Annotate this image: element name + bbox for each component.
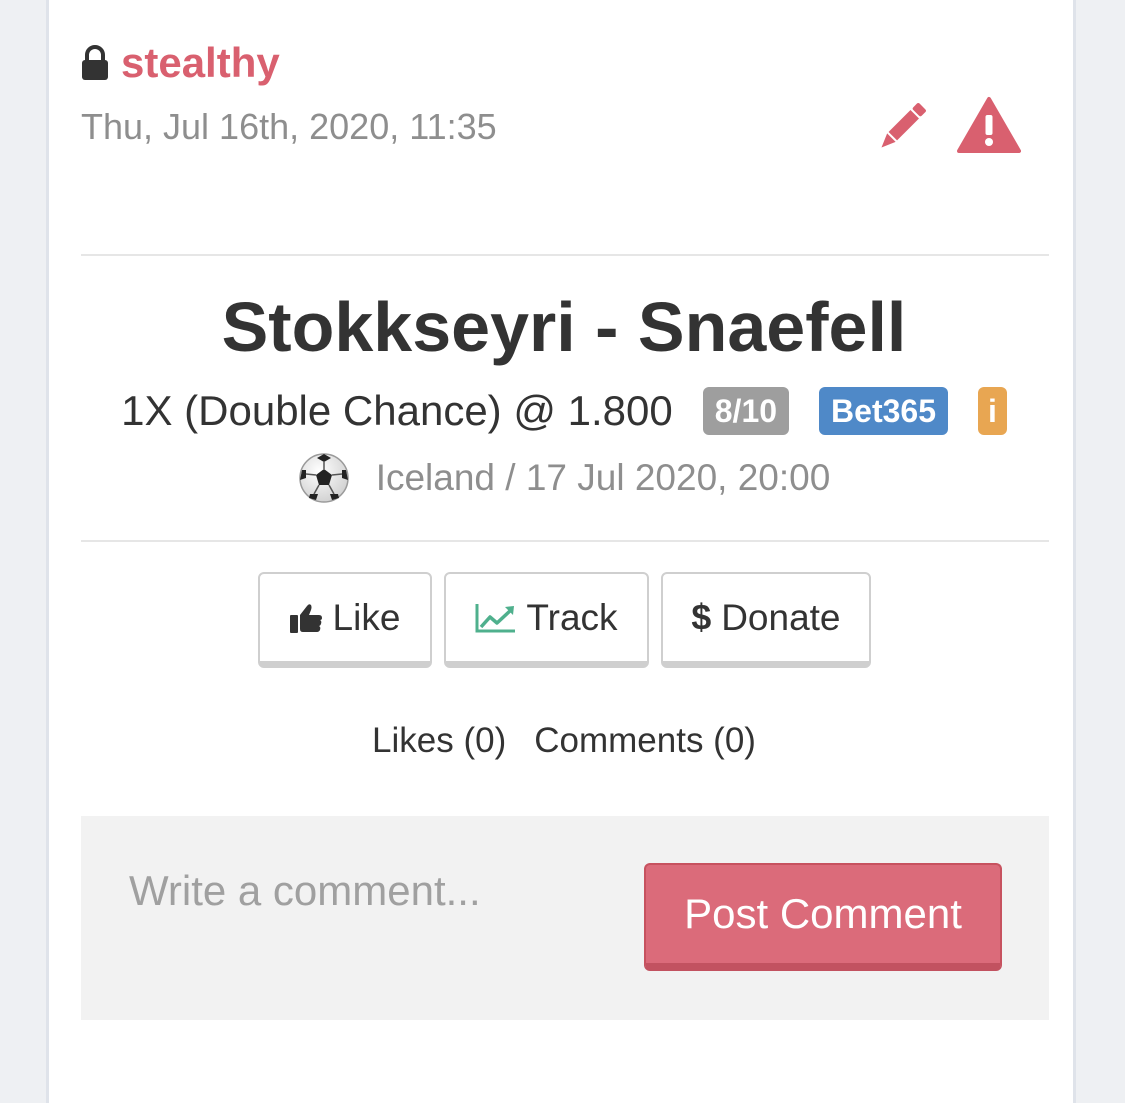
info-badge[interactable]: i	[977, 387, 1007, 435]
bookmaker-badge[interactable]: Bet365	[819, 387, 948, 435]
counts-row: Likes (0) Comments (0)	[49, 716, 1079, 766]
confidence-badge: 8/10	[702, 387, 790, 435]
donate-label: Donate	[721, 596, 841, 638]
comment-input[interactable]: Write a comment...	[129, 864, 569, 918]
soccer-ball-icon	[298, 453, 349, 503]
divider	[81, 540, 1049, 542]
post-date: Thu, Jul 16th, 2020, 11:35	[81, 106, 497, 147]
likes-count[interactable]: Likes (0)	[372, 716, 506, 766]
post-comment-button[interactable]: Post Comment	[644, 863, 1002, 971]
match-title: Stokkseyri - Snaefell	[221, 288, 907, 366]
line-chart-icon	[475, 603, 516, 632]
event-meta-row: Iceland / 17 Jul 2020, 20:00	[49, 452, 1079, 504]
comment-form: Write a comment... Post Comment	[81, 816, 1049, 1020]
author-row: stealthy	[81, 38, 280, 88]
action-buttons: Like Track $ Donate	[49, 572, 1079, 668]
lock-icon	[82, 45, 108, 80]
like-button[interactable]: Like	[257, 572, 432, 668]
like-label: Like	[332, 596, 401, 638]
donate-button[interactable]: $ Donate	[660, 572, 871, 668]
svg-text:$: $	[691, 598, 711, 637]
divider	[81, 254, 1049, 256]
thumbs-up-icon	[289, 603, 322, 633]
event-meta: Iceland / 17 Jul 2020, 20:00	[375, 457, 831, 498]
track-label: Track	[526, 596, 618, 638]
pencil-icon[interactable]	[875, 100, 929, 154]
pick-selection: 1X (Double Chance) @ 1.800	[121, 387, 673, 434]
track-button[interactable]: Track	[443, 572, 649, 668]
dollar-icon: $	[691, 598, 711, 637]
comments-count[interactable]: Comments (0)	[534, 716, 756, 766]
author-name[interactable]: stealthy	[121, 38, 280, 88]
tip-card: stealthy Thu, Jul 16th, 2020, 11:35 Stok…	[46, 0, 1076, 1103]
pick-row: 1X (Double Chance) @ 1.800 8/10 Bet365 i	[49, 384, 1079, 438]
warning-icon[interactable]	[957, 96, 1021, 154]
